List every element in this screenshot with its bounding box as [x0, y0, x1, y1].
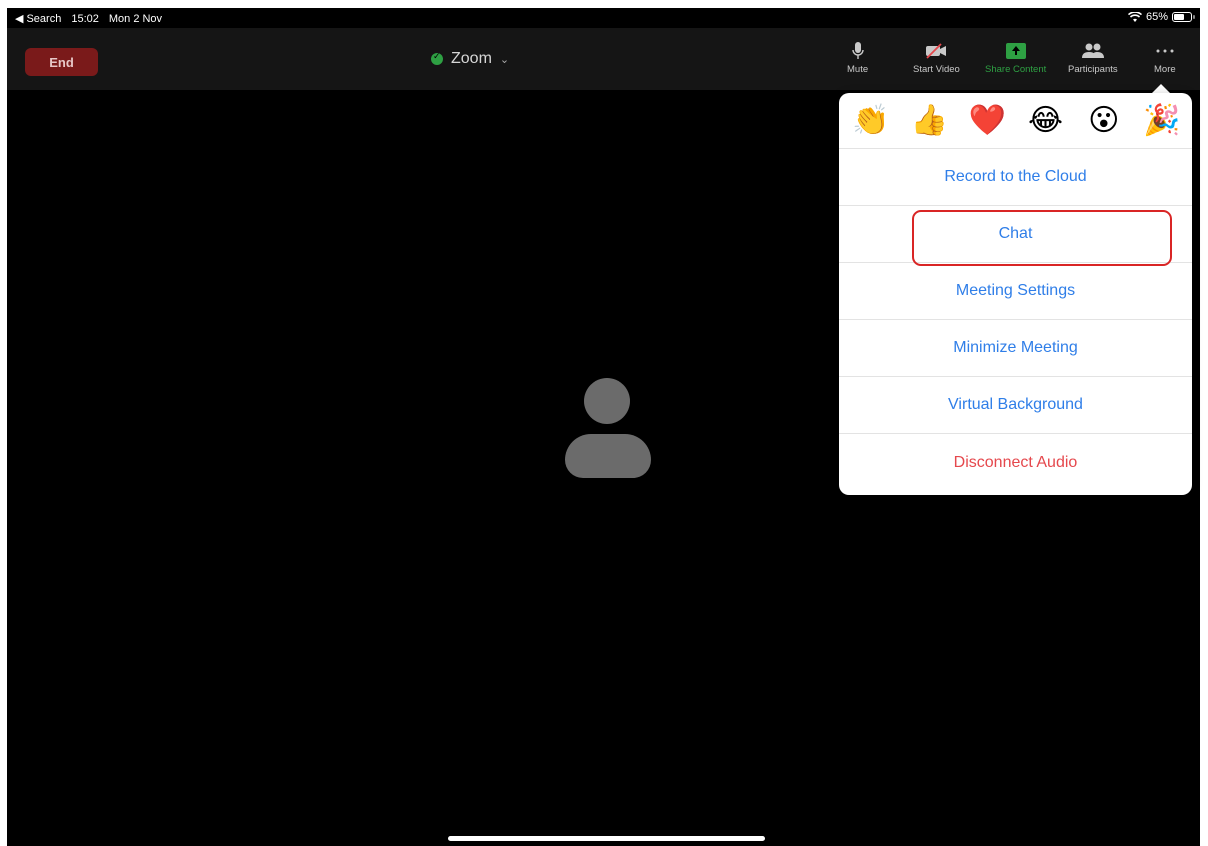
record-to-cloud-item[interactable]: Record to the Cloud: [839, 149, 1192, 206]
participants-icon: [1081, 42, 1104, 60]
meeting-title[interactable]: Zoom ⌄: [431, 50, 509, 68]
laugh-reaction[interactable]: 😂: [1026, 105, 1066, 136]
meeting-settings-item[interactable]: Meeting Settings: [839, 263, 1192, 320]
mute-label: Mute: [847, 64, 869, 75]
video-off-icon: [925, 42, 947, 60]
share-screen-icon: [1005, 42, 1026, 60]
encryption-shield-icon: [431, 51, 443, 65]
participants-button[interactable]: Participants: [1068, 42, 1118, 75]
wifi-icon: [1127, 11, 1142, 22]
thumbs-up-reaction[interactable]: 👍: [909, 105, 949, 136]
more-dots-icon: [1156, 42, 1174, 60]
meeting-toolbar: End Zoom ⌄ Mute: [7, 28, 1200, 90]
status-time: 15:02: [71, 12, 99, 25]
wow-reaction[interactable]: 😮: [1084, 105, 1124, 136]
start-video-button[interactable]: Start Video: [913, 42, 960, 75]
back-to-search[interactable]: ◀ Search: [15, 12, 62, 26]
virtual-background-item[interactable]: Virtual Background: [839, 377, 1192, 434]
end-button[interactable]: End: [25, 48, 98, 76]
status-bar: ◀ Search 15:02 Mon 2 Nov 65%: [7, 8, 1200, 28]
more-menu-popover: 👏 👍 ❤️ 😂 😮 🎉 Record to the Cloud Chat Me…: [839, 93, 1192, 495]
battery-percent: 65%: [1145, 11, 1168, 23]
share-content-button[interactable]: Share Content: [985, 42, 1046, 75]
status-date: Mon 2 Nov: [108, 12, 163, 25]
participants-label: Participants: [1068, 64, 1118, 75]
party-reaction[interactable]: 🎉: [1142, 105, 1182, 136]
start-video-label: Start Video: [913, 64, 960, 75]
battery-icon: [1172, 12, 1195, 22]
mute-button[interactable]: Mute: [847, 42, 868, 75]
reactions-bar: 👏 👍 ❤️ 😂 😮 🎉: [839, 93, 1192, 149]
share-content-label: Share Content: [985, 64, 1047, 75]
back-arrow-icon: ◀: [15, 13, 24, 25]
more-button[interactable]: More: [1154, 42, 1176, 75]
chat-item[interactable]: Chat: [839, 206, 1192, 266]
home-indicator[interactable]: [448, 836, 765, 841]
disconnect-audio-item[interactable]: Disconnect Audio: [839, 434, 1192, 491]
minimize-meeting-item[interactable]: Minimize Meeting: [839, 320, 1192, 377]
chevron-down-icon: ⌄: [499, 53, 510, 66]
chat-highlight-box: [912, 210, 1172, 266]
microphone-icon: [851, 42, 864, 60]
participant-avatar-icon: [563, 376, 653, 482]
back-label: Search: [26, 12, 62, 25]
meeting-title-label: Zoom: [451, 50, 492, 67]
heart-reaction[interactable]: ❤️: [967, 105, 1007, 136]
clap-reaction[interactable]: 👏: [851, 105, 891, 136]
more-label: More: [1154, 64, 1176, 75]
